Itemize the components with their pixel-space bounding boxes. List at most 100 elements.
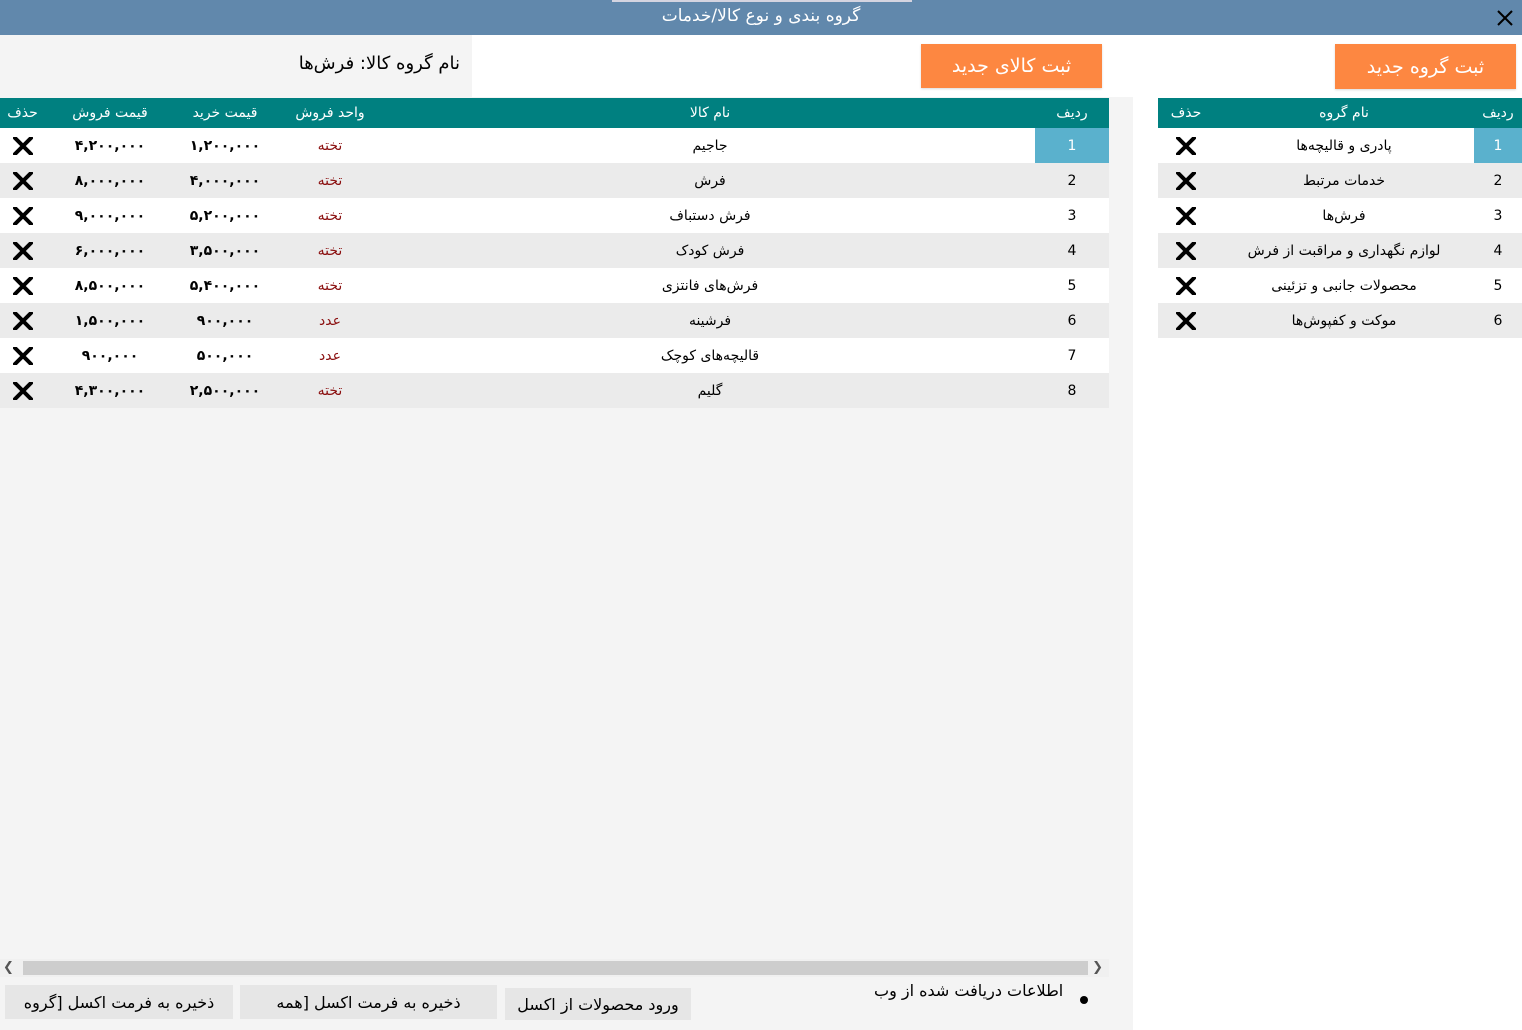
item-row[interactable]: ۴,۲۰۰,۰۰۰ ۱,۲۰۰,۰۰۰ تخته جاجیم 1 <box>0 128 1109 163</box>
delete-x-icon[interactable] <box>1176 276 1196 295</box>
new-group-button[interactable]: ثبت گروه جدید <box>1335 44 1516 89</box>
group-name-label: نام گروه کالا: فرش‌ها <box>298 53 460 74</box>
item-row[interactable]: ۹,۰۰۰,۰۰۰ ۵,۲۰۰,۰۰۰ تخته فرش دستباف 3 <box>0 198 1109 233</box>
item-unit: تخته <box>275 198 385 233</box>
delete-button[interactable] <box>1158 128 1214 163</box>
group-row[interactable]: موکت و کفپوش‌ها 6 <box>1158 303 1522 338</box>
group-row[interactable]: لوازم نگهداری و مراقبت از فرش 4 <box>1158 233 1522 268</box>
delete-button[interactable] <box>1158 268 1214 303</box>
group-name: لوازم نگهداری و مراقبت از فرش <box>1214 233 1474 268</box>
delete-button[interactable] <box>0 233 45 268</box>
item-row[interactable]: ۱,۵۰۰,۰۰۰ ۹۰۰,۰۰۰ عدد فرشینه 6 <box>0 303 1109 338</box>
horizontal-scrollbar[interactable]: ❮ ❯ <box>0 959 1109 977</box>
col-header-unit[interactable]: واحد فروش <box>275 98 385 128</box>
delete-button[interactable] <box>1158 163 1214 198</box>
group-row-number[interactable]: 3 <box>1474 198 1522 233</box>
item-row-number[interactable]: 8 <box>1035 373 1109 408</box>
delete-button[interactable] <box>1158 303 1214 338</box>
group-row-number[interactable]: 4 <box>1474 233 1522 268</box>
items-table-header: حذف قیمت فروش قیمت خرید واحد فروش نام کا… <box>0 98 1109 128</box>
delete-button[interactable] <box>0 268 45 303</box>
col-header-item-name[interactable]: نام کالا <box>385 98 1035 128</box>
scroll-left-arrow-icon[interactable]: ❮ <box>3 960 14 975</box>
delete-button[interactable] <box>1158 233 1214 268</box>
scrollbar-thumb[interactable] <box>23 961 1088 975</box>
groups-panel: ثبت گروه جدید حذف نام گروه ردیف پادری و … <box>1133 35 1522 1030</box>
col-header-sell-price[interactable]: قیمت فروش <box>45 98 175 128</box>
item-unit: تخته <box>275 233 385 268</box>
delete-x-icon[interactable] <box>12 346 33 365</box>
item-row-number[interactable]: 5 <box>1035 268 1109 303</box>
item-buy-price: ۲,۵۰۰,۰۰۰ <box>175 373 275 408</box>
delete-x-icon[interactable] <box>12 241 33 260</box>
item-row-number[interactable]: 3 <box>1035 198 1109 233</box>
item-sell-price: ۹۰۰,۰۰۰ <box>45 338 175 373</box>
delete-button[interactable] <box>0 373 45 408</box>
items-table: حذف قیمت فروش قیمت خرید واحد فروش نام کا… <box>0 98 1109 408</box>
item-unit: تخته <box>275 128 385 163</box>
item-row[interactable]: ۸,۵۰۰,۰۰۰ ۵,۴۰۰,۰۰۰ تخته فرش‌های فانتزی 5 <box>0 268 1109 303</box>
group-row-number[interactable]: 5 <box>1474 268 1522 303</box>
delete-button[interactable] <box>0 303 45 338</box>
bullet-icon <box>1080 996 1088 1004</box>
delete-x-icon[interactable] <box>1176 171 1196 190</box>
item-row-number[interactable]: 2 <box>1035 163 1109 198</box>
scroll-right-arrow-icon[interactable]: ❯ <box>1092 960 1103 975</box>
item-sell-price: ۸,۵۰۰,۰۰۰ <box>45 268 175 303</box>
delete-button[interactable] <box>0 338 45 373</box>
item-sell-price: ۶,۰۰۰,۰۰۰ <box>45 233 175 268</box>
delete-x-icon[interactable] <box>1176 241 1196 260</box>
close-button[interactable] <box>1488 0 1522 35</box>
item-row-number[interactable]: 4 <box>1035 233 1109 268</box>
item-name: فرش دستباف <box>385 198 1035 233</box>
delete-x-icon[interactable] <box>1176 206 1196 225</box>
col-header-group-name[interactable]: نام گروه <box>1214 98 1474 128</box>
groups-table-header: حذف نام گروه ردیف <box>1158 98 1522 128</box>
item-row-number[interactable]: 7 <box>1035 338 1109 373</box>
col-header-row[interactable]: ردیف <box>1474 98 1522 128</box>
item-name: فرشینه <box>385 303 1035 338</box>
web-info-label: اطلاعات دریافت شده از وب <box>874 981 1064 1000</box>
save-group-excel-button[interactable]: ذخیره به فرمت اکسل [گروه <box>5 985 233 1019</box>
group-row[interactable]: خدمات مرتبط 2 <box>1158 163 1522 198</box>
item-row[interactable]: ۶,۰۰۰,۰۰۰ ۳,۵۰۰,۰۰۰ تخته فرش کودک 4 <box>0 233 1109 268</box>
col-header-row[interactable]: ردیف <box>1035 98 1109 128</box>
delete-x-icon[interactable] <box>1176 136 1196 155</box>
delete-button[interactable] <box>1158 198 1214 233</box>
delete-x-icon[interactable] <box>12 206 33 225</box>
delete-button[interactable] <box>0 198 45 233</box>
item-sell-price: ۸,۰۰۰,۰۰۰ <box>45 163 175 198</box>
group-row[interactable]: فرش‌ها 3 <box>1158 198 1522 233</box>
item-row-number[interactable]: 6 <box>1035 303 1109 338</box>
delete-x-icon[interactable] <box>12 311 33 330</box>
delete-button[interactable] <box>0 163 45 198</box>
group-name: فرش‌ها <box>1214 198 1474 233</box>
item-row[interactable]: ۹۰۰,۰۰۰ ۵۰۰,۰۰۰ عدد قالیچه‌های کوچک 7 <box>0 338 1109 373</box>
delete-x-icon[interactable] <box>12 136 33 155</box>
group-row-number[interactable]: 6 <box>1474 303 1522 338</box>
item-sell-price: ۹,۰۰۰,۰۰۰ <box>45 198 175 233</box>
item-row[interactable]: ۸,۰۰۰,۰۰۰ ۴,۰۰۰,۰۰۰ تخته فرش 2 <box>0 163 1109 198</box>
item-row[interactable]: ۴,۳۰۰,۰۰۰ ۲,۵۰۰,۰۰۰ تخته گلیم 8 <box>0 373 1109 408</box>
delete-button[interactable] <box>0 128 45 163</box>
col-header-buy-price[interactable]: قیمت خرید <box>175 98 275 128</box>
col-header-delete[interactable]: حذف <box>0 98 45 128</box>
group-row[interactable]: محصولات جانبی و تزئینی 5 <box>1158 268 1522 303</box>
new-item-button[interactable]: ثبت کالای جدید <box>921 44 1102 88</box>
group-row-number[interactable]: 2 <box>1474 163 1522 198</box>
item-buy-price: ۵۰۰,۰۰۰ <box>175 338 275 373</box>
item-row-number[interactable]: 1 <box>1035 128 1109 163</box>
item-name: فرش <box>385 163 1035 198</box>
delete-x-icon[interactable] <box>12 276 33 295</box>
delete-x-icon[interactable] <box>12 171 33 190</box>
col-header-delete[interactable]: حذف <box>1158 98 1214 128</box>
group-row[interactable]: پادری و قالیچه‌ها 1 <box>1158 128 1522 163</box>
group-row-number[interactable]: 1 <box>1474 128 1522 163</box>
item-unit: تخته <box>275 268 385 303</box>
delete-x-icon[interactable] <box>1176 311 1196 330</box>
import-excel-button[interactable]: ورود محصولات از اکسل <box>505 988 691 1020</box>
save-all-excel-button[interactable]: ذخیره به فرمت اکسل [همه <box>240 985 497 1019</box>
delete-x-icon[interactable] <box>12 381 33 400</box>
item-unit: عدد <box>275 338 385 373</box>
item-buy-price: ۳,۵۰۰,۰۰۰ <box>175 233 275 268</box>
